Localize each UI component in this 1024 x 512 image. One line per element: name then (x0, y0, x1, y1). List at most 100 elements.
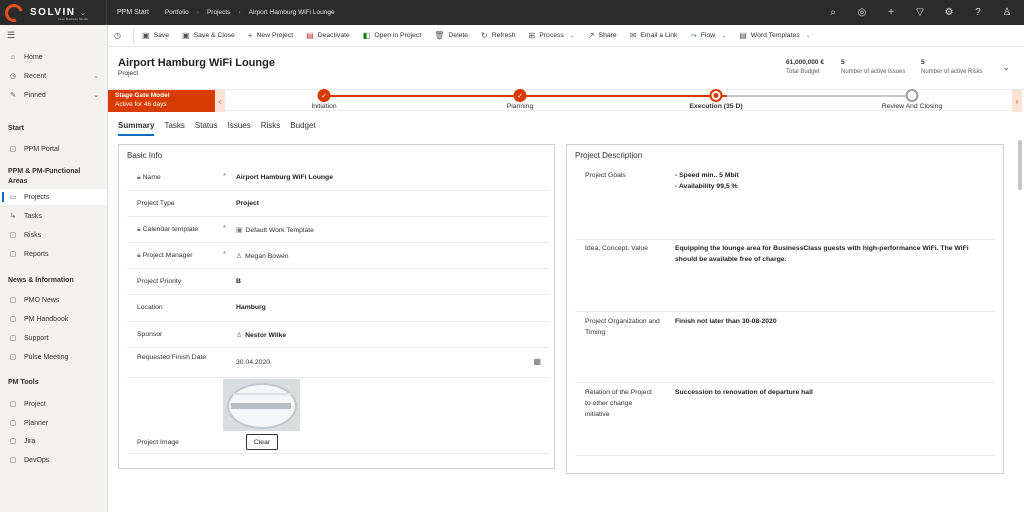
process-active-duration: Active for 46 days (115, 101, 167, 108)
kpi-value: 5 (921, 59, 925, 66)
sidebar: ☰ ⌂ Home ◷ Recent ⌄ ✎ Pinned ⌄ Start ▢ P… (0, 25, 108, 512)
sidebar-item-recent[interactable]: ◷ Recent ⌄ (0, 68, 107, 84)
field-label: Project Type (137, 200, 175, 207)
word-icon: ▤ (739, 31, 747, 40)
open-in-project-button[interactable]: ◧ Open in Project (363, 31, 421, 40)
chevron-down-icon[interactable]: ⌄ (79, 8, 86, 17)
stage-check-icon[interactable]: ✓ (317, 89, 331, 102)
project-description-section: Project Description Project Goals - Spee… (566, 144, 1004, 474)
tab-budget[interactable]: Budget (290, 121, 315, 136)
tab-risks[interactable]: Risks (261, 121, 281, 136)
refresh-button[interactable]: ↻ Refresh (481, 31, 516, 40)
save-button[interactable]: ▣ Save (142, 31, 169, 40)
new-project-button[interactable]: + New Project (248, 31, 293, 40)
sidebar-item-support[interactable]: ▢ Support (0, 330, 107, 346)
record-header: Airport Hamburg WiFi Lounge Project 61,0… (108, 47, 1024, 87)
help-icon[interactable]: ? (971, 7, 985, 18)
chevron-right-icon[interactable]: › (1012, 90, 1022, 112)
stage-review-closing[interactable]: Review And Closing (882, 103, 942, 110)
settings-icon[interactable]: ⚙ (942, 7, 956, 18)
sidebar-item-label: Risks (24, 231, 42, 239)
name-field[interactable]: Airport Hamburg WiFi Lounge (236, 174, 333, 181)
tab-status[interactable]: Status (195, 121, 218, 136)
history-button[interactable]: ◷ (114, 31, 125, 40)
stage-check-icon[interactable]: ✓ (513, 89, 527, 102)
sidebar-item-pm-handbook[interactable]: ▢ PM Handbook (0, 311, 107, 327)
doc-icon: ▢ (9, 457, 17, 464)
sidebar-item-pulse-meeting[interactable]: ▢ Pulse Meeting (0, 349, 107, 365)
stage-execution[interactable]: Execution (35 D) (689, 103, 742, 110)
doc-icon: ▢ (9, 146, 17, 153)
project-manager-lookup[interactable]: ♙ Megan Bowen (236, 252, 289, 260)
word-templates-label: Word Templates (750, 32, 800, 39)
required-asterisk: * (223, 251, 226, 258)
word-templates-button[interactable]: ▤ Word Templates ⌄ (739, 31, 810, 40)
sponsor-lookup[interactable]: ♙ Nestor Wilke (236, 331, 286, 339)
deactivate-button[interactable]: ▤ Deactivate (306, 31, 350, 40)
sidebar-item-label: Recent (24, 72, 47, 80)
expand-header-chevron-icon[interactable]: ⌄ (1002, 62, 1010, 73)
email-link-button[interactable]: ✉ Email a Link (630, 31, 678, 40)
sidebar-item-tasks[interactable]: ↳ Tasks (0, 208, 107, 224)
relation-field[interactable]: Succession to renovation of departure ha… (675, 387, 995, 398)
sidebar-item-ppm-portal[interactable]: ▢ PPM Portal (0, 141, 107, 157)
breadcrumb-portfolio[interactable]: Portfolio (165, 9, 189, 16)
calendar-template-lookup[interactable]: ▣ Default Work Template (236, 226, 314, 234)
process-stage-box[interactable]: Stage Gate Model Active for 46 days (108, 90, 215, 112)
process-button[interactable]: ⊞ Process ⌄ (529, 31, 575, 40)
breadcrumb-record[interactable]: Airport Hamburg WiFi Lounge (249, 9, 335, 16)
organization-timing-field[interactable]: Finish not later than 30-08-2020 (675, 316, 995, 327)
sidebar-item-pinned[interactable]: ✎ Pinned ⌄ (0, 87, 107, 103)
filter-icon[interactable]: ▽ (913, 7, 927, 18)
search-icon[interactable]: ⌕ (826, 7, 840, 18)
project-priority-field[interactable]: B (236, 278, 241, 285)
chevron-down-icon[interactable]: ⌄ (93, 72, 99, 80)
scrollbar[interactable] (1018, 140, 1022, 190)
top-navigation-bar: SOLVIN Keep Business Simple ⌄ PPM Start … (0, 0, 1024, 26)
sidebar-item-home[interactable]: ⌂ Home (0, 49, 107, 65)
flow-button[interactable]: ⤳ Flow ⌄ (690, 31, 726, 41)
required-asterisk: * (223, 173, 226, 180)
sidebar-item-projects[interactable]: ▭ Projects (0, 189, 107, 205)
sidebar-item-label: Home (24, 53, 43, 61)
hamburger-menu-icon[interactable]: ☰ (7, 30, 15, 41)
location-field[interactable]: Hamburg (236, 304, 266, 311)
sidebar-item-jira[interactable]: ▢ Jira (0, 433, 107, 449)
stage-current-icon[interactable] (709, 89, 723, 102)
process-label: Process (539, 32, 564, 39)
sidebar-item-devops[interactable]: ▢ DevOps (0, 452, 107, 468)
idea-concept-value-field[interactable]: Equipping the lounge area for BusinessCl… (675, 243, 985, 265)
sidebar-item-project[interactable]: ▢ Project (0, 396, 107, 412)
stage-initiation[interactable]: Initiation (311, 103, 336, 110)
calendar-icon[interactable]: ▦ (533, 357, 541, 366)
sidebar-item-label: Project (24, 400, 46, 408)
project-goals-field[interactable]: - Speed min.. 5 Mbit - Availability 99,5… (675, 170, 995, 192)
requested-finish-date-field[interactable]: 30.04.2020 (236, 359, 270, 366)
save-close-button[interactable]: ▣ Save & Close (182, 31, 235, 40)
process-icon: ⊞ (528, 31, 536, 40)
sidebar-item-reports[interactable]: ▢ Reports (0, 246, 107, 262)
sidebar-item-risks[interactable]: ▢ Risks (0, 227, 107, 243)
tab-issues[interactable]: Issues (228, 121, 251, 136)
target-icon[interactable]: ◎ (855, 7, 869, 18)
delete-button[interactable]: 🗑 Delete (434, 31, 468, 40)
process-line-pending (727, 95, 907, 97)
chevron-down-icon[interactable]: ⌄ (93, 91, 99, 99)
project-type-field[interactable]: Project (236, 200, 259, 207)
sidebar-item-label: Support (24, 334, 49, 342)
open-in-project-label: Open in Project (374, 32, 422, 39)
tab-summary[interactable]: Summary (118, 121, 155, 136)
user-icon[interactable]: ♙ (1000, 7, 1014, 18)
sidebar-item-pmo-news[interactable]: ▢ PMO News (0, 292, 107, 308)
app-name[interactable]: PPM Start (117, 9, 149, 16)
breadcrumb-projects[interactable]: Projects (207, 9, 230, 16)
sidebar-item-planner[interactable]: ▢ Planner (0, 415, 107, 431)
share-button[interactable]: ↗ Share (588, 31, 617, 40)
stage-future-icon[interactable] (905, 89, 919, 102)
stage-planning[interactable]: Planning (507, 103, 533, 110)
field-sponsor-row: Sponsor ♙ Nestor Wilke (127, 322, 549, 348)
solvin-logo[interactable]: SOLVIN Keep Business Simple ⌄ (0, 0, 100, 26)
tab-tasks[interactable]: Tasks (164, 121, 184, 136)
plus-icon[interactable]: + (884, 7, 898, 18)
chevron-left-icon[interactable]: ‹ (215, 90, 225, 112)
